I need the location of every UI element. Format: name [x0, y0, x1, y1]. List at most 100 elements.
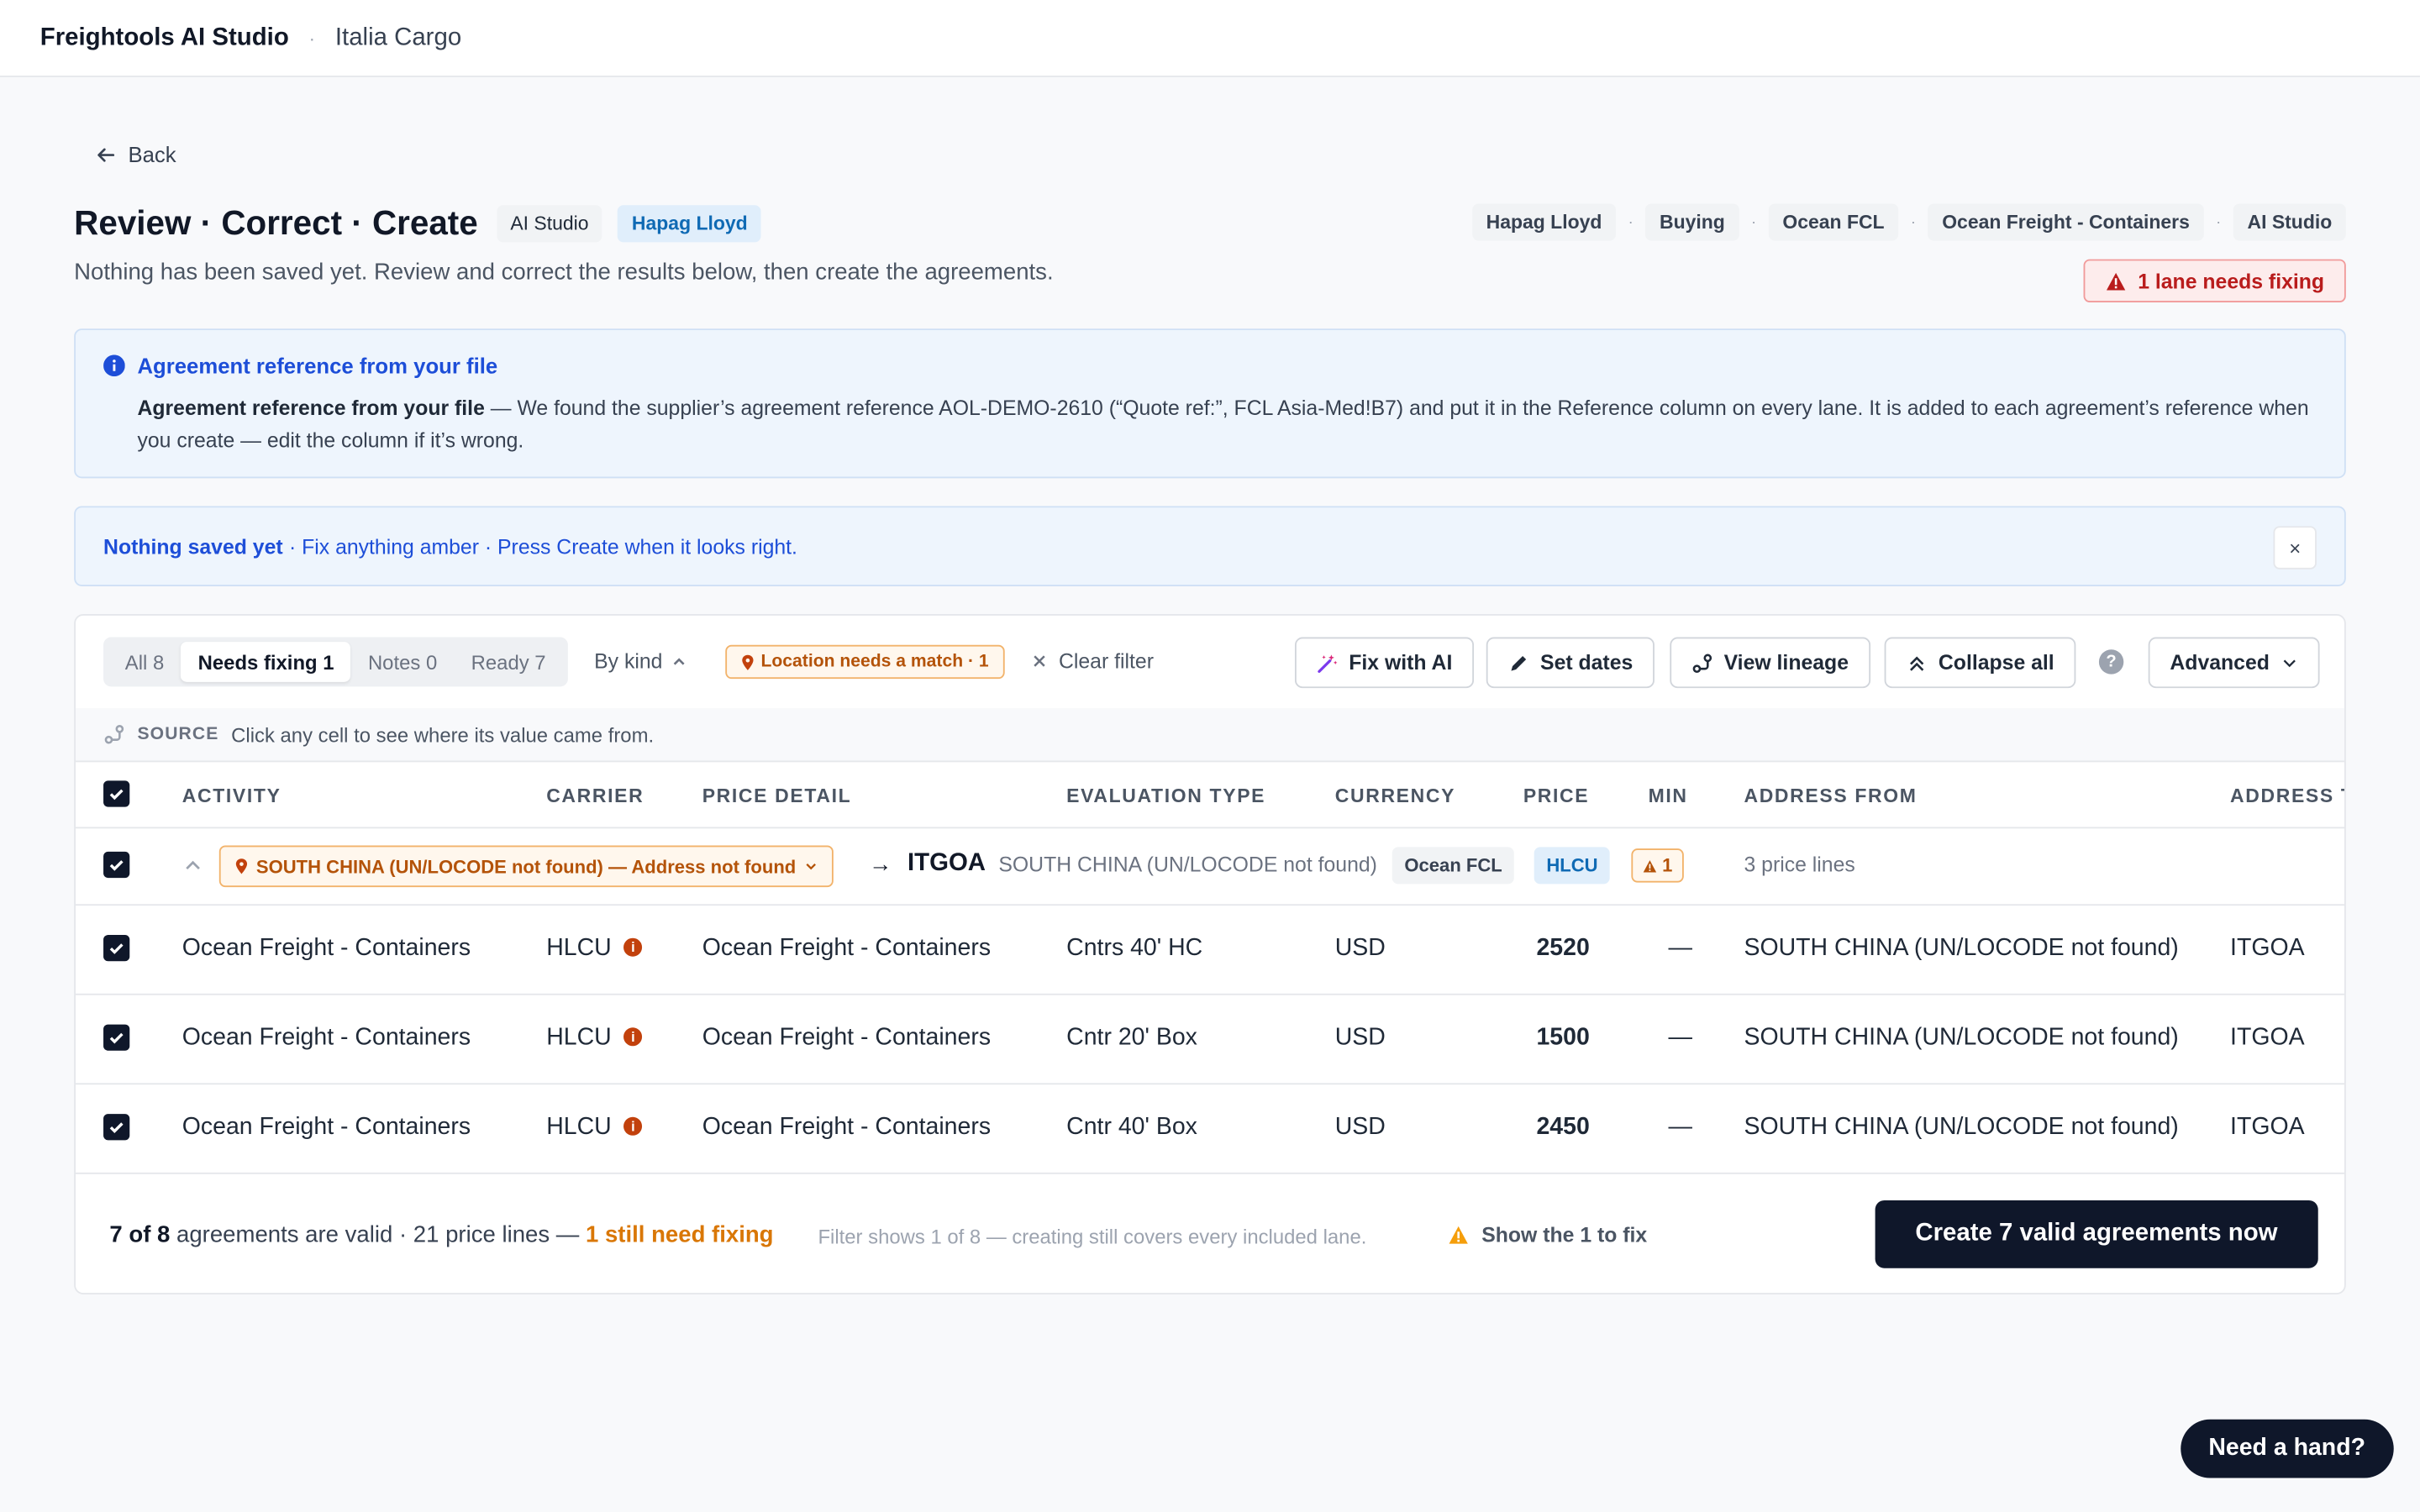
cell-address-from[interactable]: SOUTH CHINA (UN/LOCODE not found) [1744, 1114, 2178, 1142]
select-all-checkbox[interactable] [103, 780, 130, 807]
cell-currency[interactable]: USD [1335, 1114, 1386, 1142]
cell-evaluation-type[interactable]: Cntrs 40' HC [1066, 935, 1202, 963]
lane-origin: SOUTH CHINA (UN/LOCODE not found) [998, 853, 1377, 877]
cell-activity[interactable]: Ocean Freight - Containers [182, 1114, 471, 1142]
column-header-evaluation-type[interactable]: EVALUATION TYPE [1066, 785, 1265, 807]
title-separator: · [308, 27, 316, 49]
cell-carrier[interactable]: HLCU i [546, 935, 643, 963]
location-filter-chip[interactable]: Location needs a match · 1 [725, 644, 1005, 680]
fix-with-ai-button[interactable]: Fix with AI [1294, 637, 1475, 689]
cell-min[interactable]: — [1668, 1114, 1691, 1142]
row-checkbox[interactable] [103, 935, 130, 962]
cell-address-from[interactable]: SOUTH CHINA (UN/LOCODE not found) [1744, 1025, 2178, 1053]
column-header-address-from[interactable]: ADDRESS FROM [1744, 785, 1917, 807]
info-icon[interactable]: i [623, 1116, 643, 1136]
cell-currency[interactable]: USD [1335, 935, 1386, 963]
address-match-dropdown[interactable]: SOUTH CHINA (UN/LOCODE not found) — Addr… [218, 845, 834, 888]
cell-currency[interactable]: USD [1335, 1025, 1386, 1053]
carrier-value: HLCU [546, 1024, 612, 1051]
back-link[interactable]: Back [96, 142, 176, 166]
column-header-currency[interactable]: CURRENCY [1335, 785, 1455, 807]
chevron-up-icon [674, 657, 686, 664]
show-to-fix-link[interactable]: Show the 1 to fix [1448, 1224, 1647, 1247]
title-row: Review · Correct · Create AI Studio Hapa… [74, 203, 762, 244]
clear-filter-button[interactable]: Clear filter [1033, 649, 1154, 673]
map-pin-icon [742, 654, 754, 670]
info-icon [103, 354, 125, 377]
cell-price-detail[interactable]: Ocean Freight - Containers [702, 1114, 991, 1142]
lane-checkbox[interactable] [103, 851, 130, 879]
row-checkbox[interactable] [103, 1114, 130, 1141]
need-help-button[interactable]: Need a hand? [2181, 1419, 2394, 1478]
cell-min[interactable]: — [1668, 935, 1691, 963]
cell-min[interactable]: — [1668, 1025, 1691, 1053]
price-lines-count: 3 price lines [1744, 853, 1855, 877]
source-chip: AI Studio [496, 205, 603, 243]
help-icon[interactable]: ? [2098, 649, 2124, 675]
warning-icon [1643, 859, 1657, 872]
tab-all[interactable]: All 8 [108, 642, 182, 682]
lane-group-row[interactable]: SOUTH CHINA (UN/LOCODE not found) — Addr… [75, 828, 2344, 906]
cell-price[interactable]: 1500 [1497, 1025, 1589, 1053]
mode-chip: Ocean FCL [1392, 847, 1515, 885]
tab-ready[interactable]: Ready 7 [454, 642, 562, 682]
cell-address-to[interactable]: ITGOA [2230, 935, 2305, 963]
chevron-up-icon[interactable] [184, 858, 203, 873]
table-toolbar: All 8 Needs fixing 1 Notes 0 Ready 7 By … [76, 616, 2344, 708]
collapse-all-button[interactable]: Collapse all [1884, 637, 2076, 689]
column-header-carrier[interactable]: CARRIER [546, 785, 644, 807]
app-title[interactable]: Freightools AI Studio [40, 24, 289, 51]
column-header-min[interactable]: MIN [1649, 785, 1688, 807]
cell-activity[interactable]: Ocean Freight - Containers [182, 1025, 471, 1053]
cell-price-detail[interactable]: Ocean Freight - Containers [702, 935, 991, 963]
cell-activity[interactable]: Ocean Freight - Containers [182, 935, 471, 963]
validity-summary: 7 of 8 agreements are valid · 21 price l… [109, 1222, 773, 1248]
cell-carrier[interactable]: HLCU i [546, 1114, 643, 1142]
needs-fixing-badge[interactable]: 1 lane needs fixing [2083, 259, 2346, 302]
cell-address-to[interactable]: ITGOA [2230, 1114, 2305, 1142]
results-card: All 8 Needs fixing 1 Notes 0 Ready 7 By … [74, 614, 2346, 1294]
map-pin-icon [235, 858, 248, 874]
close-button[interactable]: × [2273, 526, 2317, 570]
back-label: Back [128, 141, 176, 167]
column-header-price[interactable]: PRICE [1523, 785, 1589, 807]
fix-with-ai-label: Fix with AI [1349, 651, 1453, 675]
crumb-supplier: Hapag Lloyd [1472, 203, 1616, 241]
cell-evaluation-type[interactable]: Cntr 40' Box [1066, 1114, 1197, 1142]
table-row[interactable]: Ocean Freight - Containers HLCU i Ocean F… [75, 906, 2344, 995]
cell-carrier[interactable]: HLCU i [546, 1024, 643, 1053]
view-lineage-button[interactable]: View lineage [1670, 637, 1870, 689]
table-row[interactable]: Ocean Freight - Containers HLCU i Ocean F… [75, 995, 2344, 1085]
create-agreements-button[interactable]: Create 7 valid agreements now [1875, 1200, 2318, 1268]
arrow-left-icon [97, 147, 115, 161]
valid-count: 7 of 8 [109, 1221, 171, 1248]
warning-count-chip[interactable]: 1 [1631, 848, 1684, 883]
tab-needs-fixing[interactable]: Needs fixing 1 [181, 642, 351, 682]
info-icon[interactable]: i [623, 1027, 643, 1047]
chevron-down-icon [805, 864, 816, 870]
column-header-price-detail[interactable]: PRICE DETAIL [702, 785, 852, 807]
by-kind-toggle[interactable]: By kind [594, 649, 687, 673]
cell-address-from[interactable]: SOUTH CHINA (UN/LOCODE not found) [1744, 935, 2178, 963]
tab-notes[interactable]: Notes 0 [351, 642, 455, 682]
check-icon [109, 860, 124, 871]
crumb-direction: Buying [1645, 203, 1739, 241]
table-row[interactable]: Ocean Freight - Containers HLCU i Ocean F… [75, 1084, 2344, 1174]
info-icon[interactable]: i [623, 937, 643, 957]
cell-evaluation-type[interactable]: Cntr 20' Box [1066, 1025, 1197, 1053]
cell-price[interactable]: 2520 [1497, 935, 1589, 963]
carrier-value: HLCU [546, 935, 612, 962]
column-header-activity[interactable]: ACTIVITY [182, 785, 281, 807]
banner-body: Agreement reference from your file — We … [137, 392, 2316, 457]
cell-price[interactable]: 2450 [1497, 1114, 1589, 1142]
advanced-dropdown[interactable]: Advanced [2148, 637, 2319, 689]
chevron-down-icon [2282, 659, 2296, 668]
set-dates-button[interactable]: Set dates [1486, 637, 1655, 689]
row-checkbox[interactable] [103, 1024, 130, 1051]
cell-address-to[interactable]: ITGOA [2230, 1025, 2305, 1053]
set-dates-label: Set dates [1540, 651, 1634, 675]
cell-price-detail[interactable]: Ocean Freight - Containers [702, 1025, 991, 1053]
clear-filter-label: Clear filter [1058, 649, 1154, 673]
location-filter-label: Location needs a match · 1 [760, 652, 989, 671]
column-header-address-to[interactable]: ADDRESS T [2230, 785, 2344, 807]
